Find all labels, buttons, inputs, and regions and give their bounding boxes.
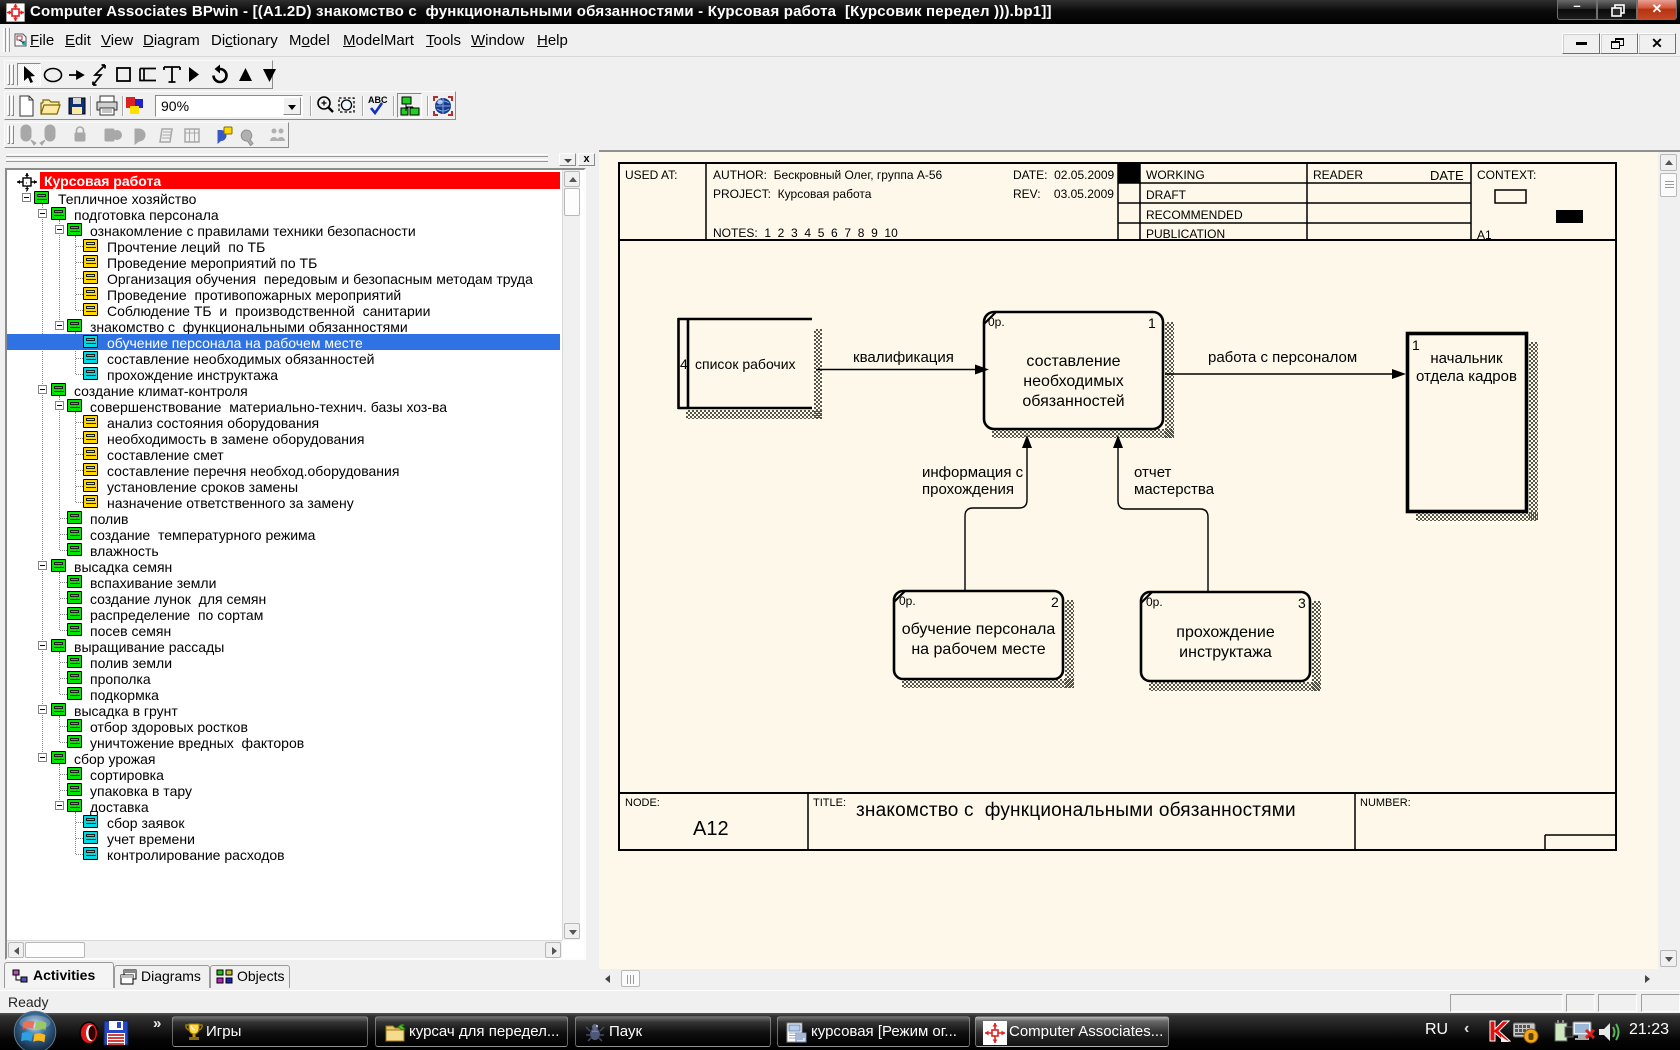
svg-text:ABC: ABC bbox=[368, 95, 388, 105]
